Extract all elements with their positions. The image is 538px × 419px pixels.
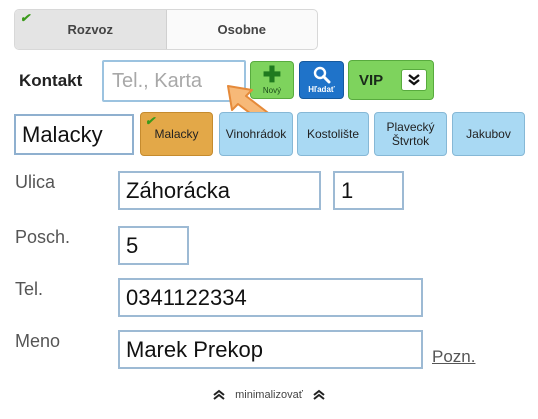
city-input[interactable] <box>14 114 134 155</box>
check-icon: ✔ <box>145 114 156 128</box>
delivery-type-toggle: ✔ Rozvoz Osobne <box>14 9 318 50</box>
search-button[interactable]: Hľadať <box>299 61 344 99</box>
name-input[interactable] <box>118 330 423 369</box>
delivery-option-label: Osobne <box>217 22 266 37</box>
minimize-label: minimalizovať <box>235 389 303 401</box>
street-input[interactable] <box>118 171 321 210</box>
delivery-option-osobne[interactable]: Osobne <box>167 10 318 49</box>
minimize-toggle[interactable]: minimalizovať <box>0 389 538 401</box>
vip-dropdown[interactable]: VIP <box>348 60 434 100</box>
chevron-double-down-icon[interactable] <box>401 69 427 91</box>
city-button-malacky[interactable]: ✔ Malacky <box>140 112 213 156</box>
vip-label: VIP <box>359 71 384 89</box>
city-button-kostoliste[interactable]: Kostolište <box>297 112 369 156</box>
name-label: Meno <box>15 331 61 351</box>
chevron-double-up-icon <box>213 389 225 400</box>
note-link[interactable]: Pozn. <box>432 347 475 367</box>
floor-input[interactable] <box>118 226 189 265</box>
phone-label: Tel. <box>15 279 44 299</box>
city-button-jakubov[interactable]: Jakubov <box>452 112 525 156</box>
city-button-label: Malacky <box>154 127 199 141</box>
contact-label: Kontakt <box>19 71 83 90</box>
city-button-vinohradok[interactable]: Vinohrádok <box>219 112 293 156</box>
delivery-option-rozvoz[interactable]: ✔ Rozvoz <box>15 10 167 49</box>
city-button-label: Vinohrádok <box>225 127 287 141</box>
check-icon: ✔ <box>20 11 31 25</box>
search-icon <box>313 66 330 84</box>
search-button-label: Hľadať <box>308 85 335 94</box>
house-number-input[interactable] <box>333 171 404 210</box>
city-button-label: Kostolište <box>306 127 360 141</box>
floor-label: Posch. <box>15 227 71 247</box>
delivery-option-label: Rozvoz <box>67 22 114 37</box>
chevron-double-up-icon <box>313 389 325 400</box>
city-button-plavecky-stvrtok[interactable]: Plavecký Štvrtok <box>374 112 447 156</box>
phone-input[interactable] <box>118 278 423 317</box>
street-label: Ulica <box>15 172 56 192</box>
city-button-label: Jakubov <box>466 127 511 141</box>
city-button-label: Plavecký Štvrtok <box>386 120 435 148</box>
